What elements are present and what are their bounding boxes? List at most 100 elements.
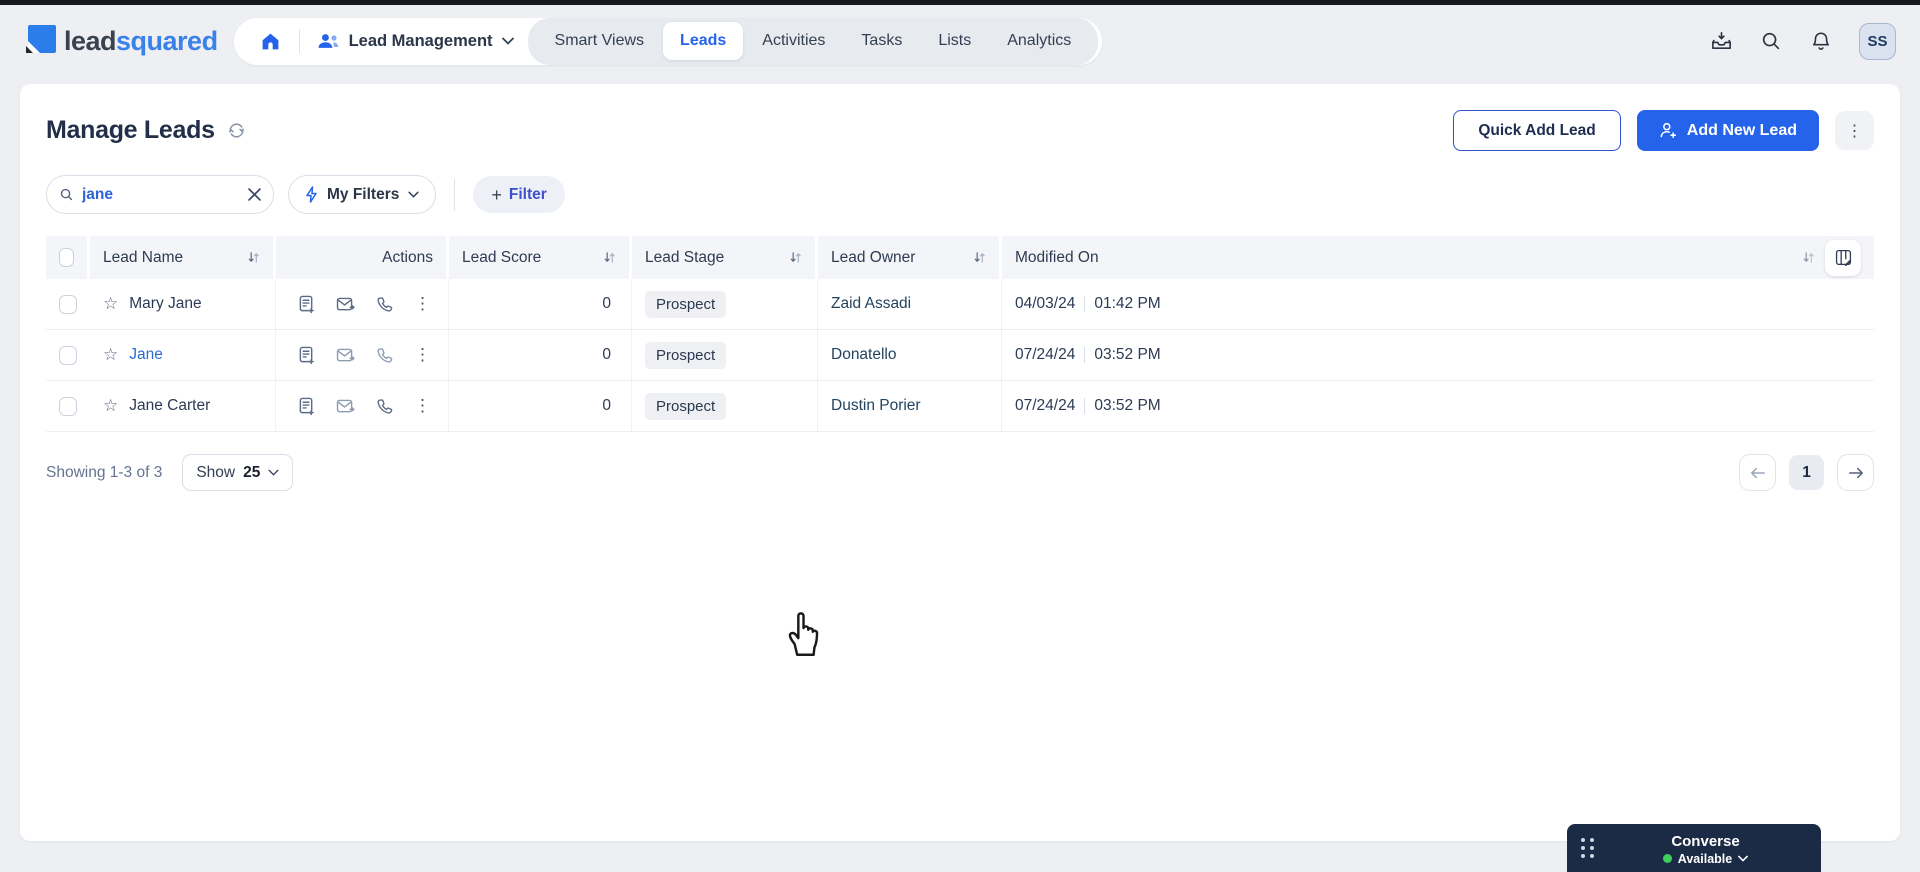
add-activity-button[interactable] xyxy=(298,346,315,365)
users-icon xyxy=(318,34,338,48)
arrow-left-icon xyxy=(1750,467,1765,478)
next-page-button[interactable] xyxy=(1837,454,1874,491)
header-lead-score[interactable]: Lead Score xyxy=(449,236,632,279)
row-more-button[interactable]: ⋮ xyxy=(414,396,432,416)
tab-leads[interactable]: Leads xyxy=(663,22,744,60)
page-number-button[interactable]: 1 xyxy=(1789,455,1824,490)
tab-lists[interactable]: Lists xyxy=(921,22,988,60)
notifications-button[interactable] xyxy=(1809,29,1833,53)
select-all-checkbox[interactable] xyxy=(59,248,74,267)
row-more-button[interactable]: ⋮ xyxy=(414,345,432,365)
sort-icon[interactable] xyxy=(239,251,260,264)
row-more-button[interactable]: ⋮ xyxy=(414,294,432,314)
sort-icon[interactable] xyxy=(965,251,986,264)
lead-owner[interactable]: Zaid Assadi xyxy=(831,295,911,313)
import-leads-button[interactable] xyxy=(1709,29,1733,53)
star-icon[interactable]: ☆ xyxy=(103,345,118,365)
close-icon xyxy=(248,188,261,201)
lead-name-link[interactable]: Jane Carter xyxy=(129,397,210,415)
header-modified-on[interactable]: Modified On xyxy=(1002,236,1874,279)
availability-label: Available xyxy=(1677,851,1733,866)
modified-date: 04/03/24 xyxy=(1015,295,1076,312)
user-avatar[interactable]: SS xyxy=(1859,22,1896,60)
header-lead-name[interactable]: Lead Name xyxy=(90,236,276,279)
bell-icon xyxy=(1812,32,1830,50)
phone-icon xyxy=(377,296,393,312)
table-row: ☆ Jane Carter ⋮ 0 Prospect Dustin Porier… xyxy=(46,381,1874,432)
star-icon[interactable]: ☆ xyxy=(103,396,118,416)
refresh-button[interactable] xyxy=(227,121,246,140)
add-filter-button[interactable]: + Filter xyxy=(473,176,565,213)
main-nav-pill: Lead Management Smart Views Leads Activi… xyxy=(233,17,1103,65)
header-actions: Quick Add Lead Add New Lead ⋮ xyxy=(1453,110,1874,151)
page-size-dropdown[interactable]: Show 25 xyxy=(182,454,294,491)
row-checkbox[interactable] xyxy=(59,345,77,365)
lead-search-input[interactable] xyxy=(82,185,240,204)
lightning-icon xyxy=(306,186,317,203)
more-options-button[interactable]: ⋮ xyxy=(1835,111,1874,150)
stage-badge: Prospect xyxy=(645,290,727,318)
nav-tab-strip: Smart Views Leads Activities Tasks Lists… xyxy=(527,17,1099,65)
add-activity-button[interactable] xyxy=(298,397,315,416)
quick-add-lead-button[interactable]: Quick Add Lead xyxy=(1453,110,1621,151)
call-button[interactable] xyxy=(376,296,393,313)
add-new-lead-label: Add New Lead xyxy=(1686,121,1797,139)
send-email-button[interactable] xyxy=(336,399,355,414)
star-icon[interactable]: ☆ xyxy=(103,294,118,314)
note-add-icon xyxy=(299,295,314,313)
send-email-button[interactable] xyxy=(336,348,355,363)
home-button[interactable] xyxy=(250,18,291,65)
envelope-icon xyxy=(336,399,355,412)
tab-smart-views[interactable]: Smart Views xyxy=(538,22,662,60)
leadsquared-logo-icon xyxy=(26,25,56,53)
row-checkbox[interactable] xyxy=(59,396,77,416)
drag-handle-icon[interactable] xyxy=(1581,838,1594,858)
converse-widget[interactable]: Converse Available xyxy=(1567,824,1821,872)
clear-search-button[interactable] xyxy=(248,188,261,201)
global-search-button[interactable] xyxy=(1759,29,1783,53)
tab-activities[interactable]: Activities xyxy=(745,22,842,60)
add-activity-button[interactable] xyxy=(298,295,315,314)
previous-page-button[interactable] xyxy=(1739,454,1776,491)
showing-count-text: Showing 1-3 of 3 xyxy=(46,463,163,481)
call-button[interactable] xyxy=(376,398,393,415)
sort-icon[interactable] xyxy=(781,251,802,264)
card-header: Manage Leads Quick Add Lead Add New Lead… xyxy=(46,110,1874,151)
available-status-dot xyxy=(1662,854,1672,863)
header-lead-owner[interactable]: Lead Owner xyxy=(818,236,1002,279)
top-navbar: leadsquared Lead Management Smart Views … xyxy=(0,5,1920,77)
sort-icon[interactable] xyxy=(1794,251,1815,264)
lead-owner[interactable]: Dustin Porier xyxy=(831,397,921,415)
modified-date: 07/24/24 xyxy=(1015,346,1076,363)
sort-icon[interactable] xyxy=(595,251,616,264)
tab-analytics[interactable]: Analytics xyxy=(990,22,1088,60)
navbar-right: SS xyxy=(1709,22,1896,60)
refresh-icon xyxy=(228,123,244,138)
header-actions: Actions xyxy=(276,236,449,279)
home-icon xyxy=(262,33,278,49)
add-new-lead-button[interactable]: Add New Lead xyxy=(1636,110,1819,151)
datetime-divider xyxy=(1084,398,1086,414)
modified-time: 03:52 PM xyxy=(1094,346,1161,363)
call-button[interactable] xyxy=(376,347,393,364)
leadsquared-logo[interactable]: leadsquared xyxy=(24,25,218,57)
manage-leads-card: Manage Leads Quick Add Lead Add New Lead… xyxy=(20,84,1900,841)
send-email-button[interactable] xyxy=(336,297,355,312)
lead-owner[interactable]: Donatello xyxy=(831,346,897,364)
tab-tasks[interactable]: Tasks xyxy=(844,22,919,60)
lead-score-cell: 0 xyxy=(449,330,632,380)
lead-name-link[interactable]: Jane xyxy=(129,346,163,364)
header-lead-stage[interactable]: Lead Stage xyxy=(632,236,818,279)
converse-title: Converse xyxy=(1671,832,1740,850)
edit-columns-button[interactable] xyxy=(1825,239,1861,276)
table-footer: Showing 1-3 of 3 Show 25 1 xyxy=(46,454,1874,491)
nav-divider xyxy=(298,29,300,53)
app-menu-dropdown[interactable]: Lead Management xyxy=(308,31,528,51)
row-checkbox[interactable] xyxy=(59,294,77,314)
availability-dropdown[interactable]: Available xyxy=(1662,851,1749,866)
search-icon xyxy=(60,188,73,201)
lead-name-link[interactable]: Mary Jane xyxy=(129,295,201,313)
my-filters-dropdown[interactable]: My Filters xyxy=(288,175,437,214)
chevron-down-icon xyxy=(501,37,514,45)
inbox-import-icon xyxy=(1711,31,1731,49)
